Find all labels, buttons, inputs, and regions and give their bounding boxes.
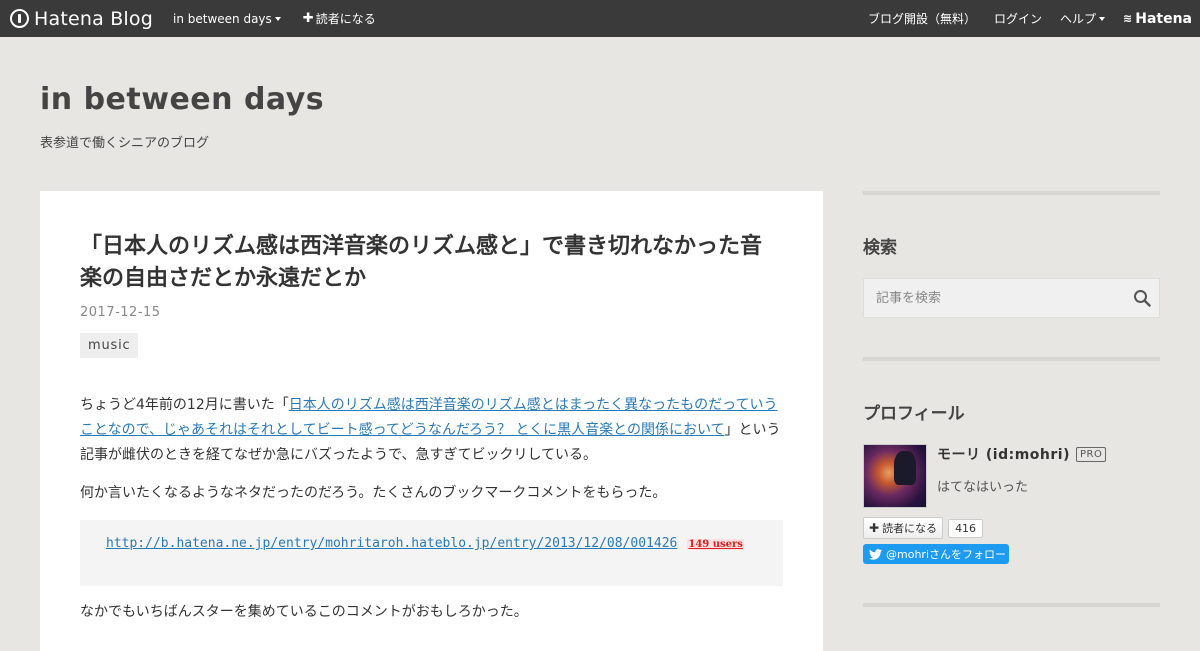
blog-description: 表参道で働くシニアのブログ [40,136,210,151]
hatena-logo-text: Hatena [1135,10,1192,27]
subscribe-label: 読者になる [315,12,376,26]
logo-text: Hatena Blog [34,7,153,30]
help-label: ヘルプ [1060,12,1097,26]
search-input[interactable] [864,279,1114,317]
login-link[interactable]: ログイン [994,10,1042,27]
hatena-logo[interactable]: ≋ Hatena [1123,11,1192,27]
entry-date[interactable]: 2017-12-15 [80,305,161,320]
reader-count: 416 [948,518,984,538]
text-span: ちょうど4年前の12月に書いた「 [80,397,289,413]
search-icon[interactable] [1133,289,1151,307]
pro-badge: PRO [1075,446,1107,462]
sidebar: 検索 プロフィール モーリ (id:mohri) PRO はてなはいった ✚ 読… [863,191,1160,607]
reader-row: ✚ 読者になる 416 [863,517,984,539]
entry-title[interactable]: 「日本人のリズム感は西洋音楽のリズム感と」で書き切れなかった音楽の自由さだとか永… [80,231,780,295]
plus-icon: ✚ [869,521,880,535]
plus-icon: ✚ [302,11,314,26]
bookmark-url-link[interactable]: http://b.hatena.ne.jp/entry/mohritaroh.h… [106,536,677,551]
profile-heading: プロフィール [863,404,965,424]
sidebar-divider [863,357,1160,361]
hatena-blog-logo[interactable]: Hatena Blog [10,8,153,30]
profile-description: はてなはいった [937,480,1029,495]
subscribe-button[interactable]: ✚ 読者になる [863,517,944,539]
twitter-bird-icon [869,548,882,560]
sidebar-divider [863,603,1160,607]
chevron-down-icon [1099,16,1106,21]
login-label: ログイン [993,12,1042,26]
blog-menu[interactable]: in between days [173,12,281,26]
category-tag[interactable]: music [80,333,139,358]
chevron-down-icon [274,16,281,21]
blog-title[interactable]: in between days [40,82,324,117]
open-blog-link[interactable]: ブログ開設（無料） [868,10,976,27]
search-form [863,278,1160,318]
subscribe-link[interactable]: ✚ 読者になる [303,10,376,27]
entry-paragraph-1: ちょうど4年前の12月に書いた「日本人のリズム感は西洋音楽のリズム感とはまったく… [80,393,785,468]
blog-menu-label: in between days [173,11,272,26]
hatena-blog-logo-icon [10,9,29,28]
subscribe-button-label: 読者になる [882,522,938,535]
entry-paragraph-3: なかでもいちばんスターを集めているこのコメントがおもしろかった。 [80,604,528,620]
bookmark-quote: http://b.hatena.ne.jp/entry/mohritaroh.h… [80,520,783,586]
open-blog-label: ブログ開設（無料） [867,12,976,26]
avatar[interactable] [863,444,927,508]
sidebar-divider [863,191,1160,195]
hatena-mark-icon: ≋ [1123,12,1133,25]
global-header: Hatena Blog in between days ✚ 読者になる ブログ開… [0,0,1200,37]
help-menu[interactable]: ヘルプ [1060,10,1106,27]
search-heading: 検索 [863,238,897,258]
entry-paragraph-2: 何か言いたくなるようなネタだったのだろう。たくさんのブックマークコメントをもらっ… [80,485,667,501]
bookmark-users-badge[interactable]: 149 users [687,539,744,550]
twitter-follow-button[interactable]: @mohriさんをフォロー [863,544,1009,564]
profile-name[interactable]: モーリ (id:mohri) PRO [937,444,1107,464]
profile-name-text: モーリ (id:mohri) [937,447,1070,463]
entry-card: 「日本人のリズム感は西洋音楽のリズム感と」で書き切れなかった音楽の自由さだとか永… [40,191,823,651]
twitter-follow-label: @mohriさんをフォロー [886,548,1006,561]
